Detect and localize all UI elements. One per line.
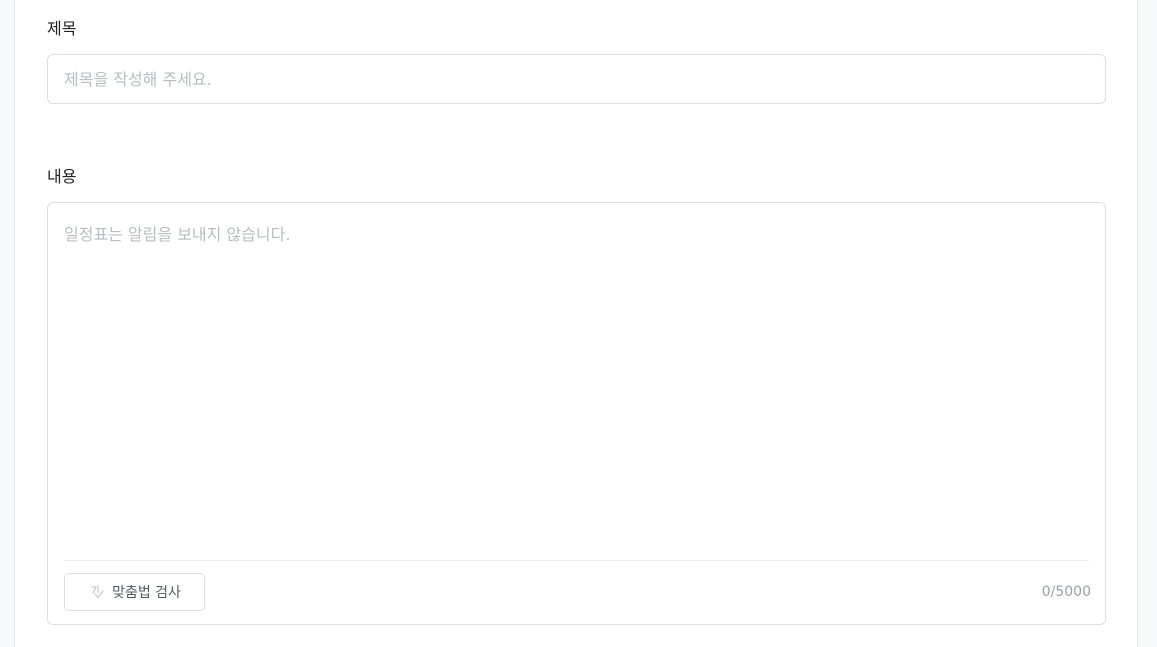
spell-check-icon xyxy=(88,583,106,601)
spell-check-label: 맞춤법 검사 xyxy=(112,585,181,601)
char-limit: 5000 xyxy=(1055,584,1091,600)
content-textarea[interactable] xyxy=(64,223,1089,553)
char-counter: 0/5000 xyxy=(1041,584,1091,600)
spell-check-button[interactable]: 맞춤법 검사 xyxy=(64,573,205,611)
content-box: 맞춤법 검사 0/5000 xyxy=(47,202,1106,625)
title-label: 제목 xyxy=(47,19,77,38)
editor-panel: 제목 내용 맞춤법 검사 0/5000 xyxy=(14,0,1138,647)
title-input[interactable] xyxy=(47,54,1106,104)
content-divider xyxy=(64,560,1089,561)
char-count: 0 xyxy=(1041,584,1051,600)
content-label: 내용 xyxy=(47,167,77,186)
